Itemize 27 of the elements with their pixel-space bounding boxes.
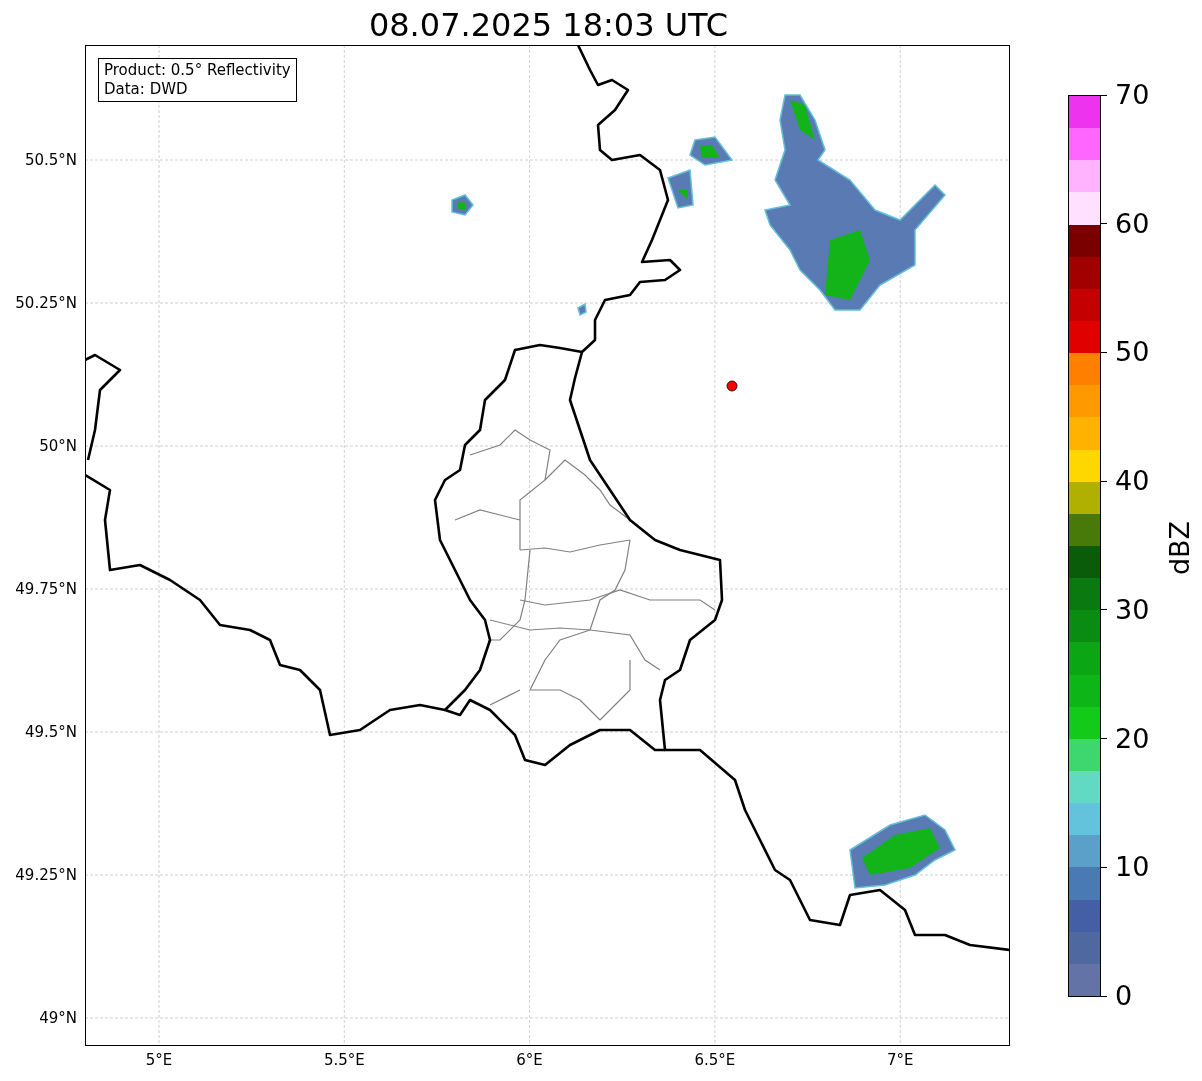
axis-tick-label: 49.5°N — [24, 722, 77, 742]
axis-tick-label: 49.75°N — [15, 579, 77, 599]
legend-text: Data: DWD — [104, 80, 189, 99]
axis-tick-label: 50°N — [39, 436, 77, 456]
colorbar-label: dBZ — [1164, 520, 1196, 576]
colorbar-tick-label: 10 — [1115, 851, 1150, 884]
legend-text: Product: 0.5° Reflectivity — [104, 61, 291, 80]
axis-tick-label: 49°N — [39, 1008, 77, 1028]
radar-echo — [451, 194, 474, 216]
chart-title: 08.07.2025 18:03 UTC — [368, 5, 729, 46]
axis-tick-label: 50.25°N — [15, 293, 77, 313]
axis-tick-label: 6.5°E — [694, 1050, 736, 1070]
axis-tick-label: 49.25°N — [15, 865, 77, 885]
colorbar-tick-label: 50 — [1115, 336, 1150, 369]
colorbar-tick-label: 0 — [1115, 980, 1133, 1012]
colorbar-tick-label: 40 — [1115, 465, 1150, 498]
axis-tick-label: 5°E — [145, 1050, 173, 1070]
radar-echo — [577, 302, 587, 317]
colorbar-tick-label: 20 — [1115, 722, 1150, 755]
colorbar-tick-label: 30 — [1115, 593, 1150, 626]
axis-tick-label: 7°E — [886, 1050, 914, 1070]
colorbar-tick-label: 60 — [1115, 207, 1150, 240]
colorbar-tick-label: 70 — [1115, 79, 1150, 111]
axis-tick-label: 50.5°N — [24, 150, 77, 170]
axis-tick-label: 6°E — [516, 1050, 543, 1070]
radar-site-marker — [726, 380, 738, 392]
axis-tick-label: 5.5°E — [323, 1050, 365, 1070]
